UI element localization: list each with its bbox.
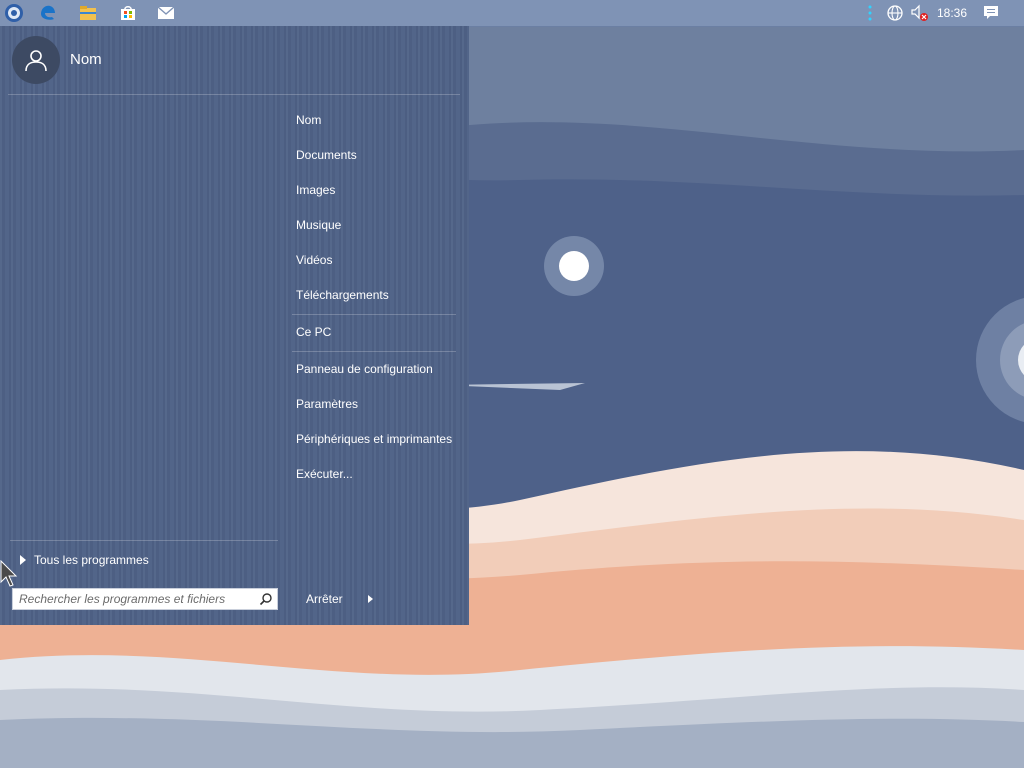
user-name[interactable]: Nom xyxy=(70,51,102,68)
shutdown-options-arrow-icon[interactable] xyxy=(368,595,373,603)
volume-muted-icon[interactable] xyxy=(910,4,930,22)
edge-browser-button[interactable] xyxy=(30,1,66,25)
menu-item-run[interactable]: Exécuter... xyxy=(292,459,458,489)
action-center-icon[interactable] xyxy=(982,4,1000,22)
menu-item-this-pc[interactable]: Ce PC xyxy=(292,317,458,347)
menu-item-user-folder[interactable]: Nom xyxy=(292,105,458,135)
mail-button[interactable] xyxy=(148,1,184,25)
menu-item-music[interactable]: Musique xyxy=(292,210,458,240)
programs-divider xyxy=(10,540,278,541)
all-programs-button[interactable]: Tous les programmes xyxy=(14,548,149,572)
menu-item-settings[interactable]: Paramètres xyxy=(292,389,458,419)
shutdown-button[interactable]: Arrêter xyxy=(298,588,378,610)
taskbar: 18:36 xyxy=(0,0,1024,27)
menu-item-documents[interactable]: Documents xyxy=(292,140,458,170)
search-box[interactable] xyxy=(12,588,278,610)
menu-item-devices-printers[interactable]: Périphériques et imprimantes xyxy=(292,424,458,454)
search-icon[interactable] xyxy=(255,589,277,609)
folder-icon xyxy=(80,6,96,20)
menu-divider xyxy=(292,351,456,352)
mail-icon xyxy=(157,6,175,19)
start-orb-icon xyxy=(5,4,23,22)
menu-item-videos[interactable]: Vidéos xyxy=(292,245,458,275)
tray-overflow-icon[interactable] xyxy=(866,4,874,22)
store-icon xyxy=(121,6,135,20)
start-button[interactable] xyxy=(0,1,32,25)
start-menu: Nom Nom Documents Images Musique Vidéos … xyxy=(0,26,469,625)
edge-icon xyxy=(41,5,55,20)
search-input[interactable] xyxy=(13,589,255,609)
expand-arrow-icon xyxy=(20,555,26,565)
network-globe-icon[interactable] xyxy=(886,4,904,22)
file-explorer-button[interactable] xyxy=(70,1,106,25)
store-button[interactable] xyxy=(110,1,146,25)
all-programs-label: Tous les programmes xyxy=(34,553,149,567)
menu-item-images[interactable]: Images xyxy=(292,175,458,205)
mouse-cursor-icon xyxy=(0,560,18,587)
user-icon xyxy=(25,50,47,72)
tray-clock[interactable]: 18:36 xyxy=(932,0,972,26)
menu-item-control-panel[interactable]: Panneau de configuration xyxy=(292,354,458,384)
user-avatar[interactable] xyxy=(12,36,60,84)
menu-divider xyxy=(292,314,456,315)
header-divider xyxy=(8,94,460,95)
menu-item-downloads[interactable]: Téléchargements xyxy=(292,280,458,310)
